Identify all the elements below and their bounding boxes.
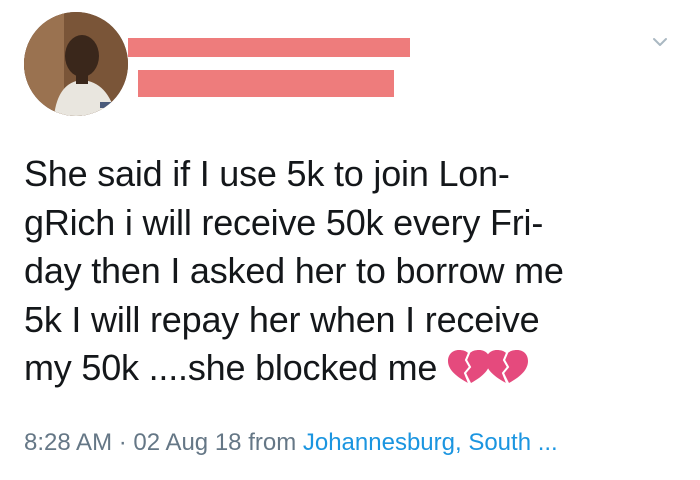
tweet-date[interactable]: 02 Aug 18 <box>133 429 241 456</box>
broken-heart-icon <box>486 350 528 384</box>
tweet-text-line-content: my 50k ....she blocked me <box>24 347 438 388</box>
tweet-meta: 8:28 AM · 02 Aug 18 from Johannesburg, S… <box>24 428 558 458</box>
tweet-location[interactable]: Johannesburg, South ... <box>303 429 558 456</box>
tweet-text-line: gRich i will receive 50k every Fri- <box>24 201 544 243</box>
avatar[interactable] <box>24 12 128 116</box>
meta-separator: · <box>118 429 127 456</box>
tweet-text-line-last: my 50k ....she blocked me <box>24 344 684 393</box>
tweet-time[interactable]: 8:28 AM <box>24 429 112 456</box>
tweet-text-line: day then I asked her to borrow me <box>24 250 564 291</box>
redacted-username <box>138 70 394 97</box>
avatar-photo <box>24 12 128 116</box>
tweet-card: She said if I use 5k to join Lon- gRich … <box>0 0 700 480</box>
from-label: from <box>248 429 297 456</box>
tweet-text: She said if I use 5k to join Lon- gRich … <box>24 150 684 393</box>
tweet-text-line: 5k I will repay her when I receive <box>24 298 540 340</box>
redacted-display-name <box>128 38 410 57</box>
tweet-text-line: She said if I use 5k to join Lon- <box>24 153 510 194</box>
chevron-down-icon[interactable] <box>652 34 668 50</box>
